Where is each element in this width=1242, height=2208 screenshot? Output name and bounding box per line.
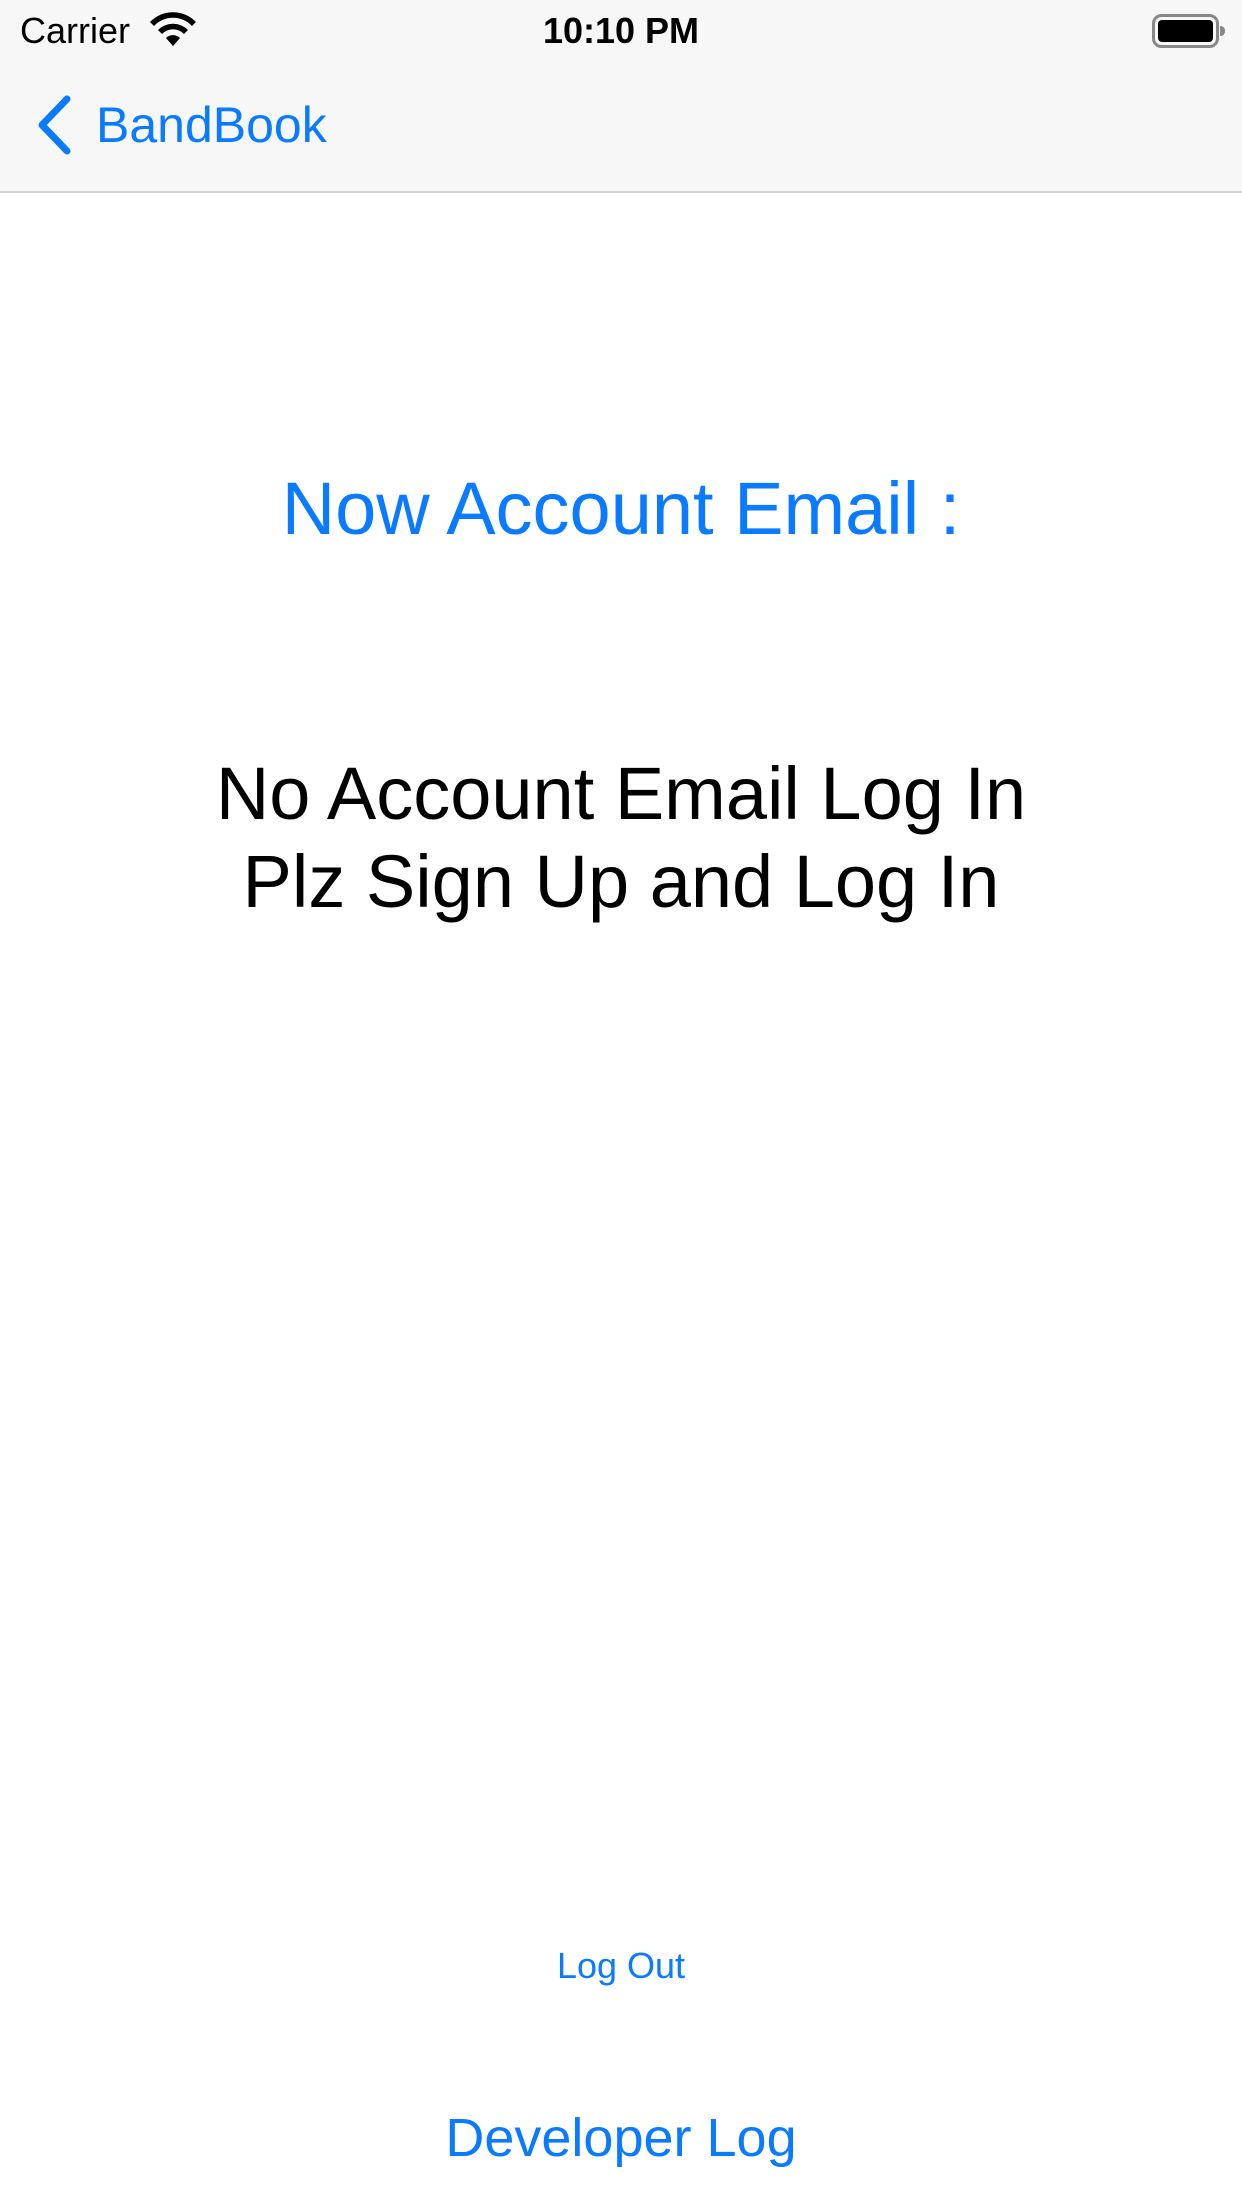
status-bar: Carrier 10:10 PM — [0, 0, 1242, 60]
battery-icon — [1152, 14, 1226, 48]
logout-button[interactable]: Log Out — [520, 1940, 722, 1992]
account-message: No Account Email Log In Plz Sign Up and … — [0, 750, 1242, 926]
top-chrome: Carrier 10:10 PM BandBook — [0, 0, 1242, 193]
back-label: BandBook — [96, 97, 327, 153]
clock-label: 10:10 PM — [542, 10, 700, 51]
message-line: No Account Email Log In — [215, 752, 1027, 835]
screen: Carrier 10:10 PM BandBook Now Account Em… — [0, 0, 1242, 2208]
navigation-bar: BandBook — [0, 60, 1242, 191]
developer-log-button[interactable]: Developer Log — [420, 2105, 822, 2171]
back-button[interactable]: BandBook — [34, 90, 327, 160]
chevron-left-icon — [34, 94, 74, 156]
account-email-title: Now Account Email : — [281, 467, 961, 550]
message-line: Plz Sign Up and Log In — [242, 840, 1000, 923]
